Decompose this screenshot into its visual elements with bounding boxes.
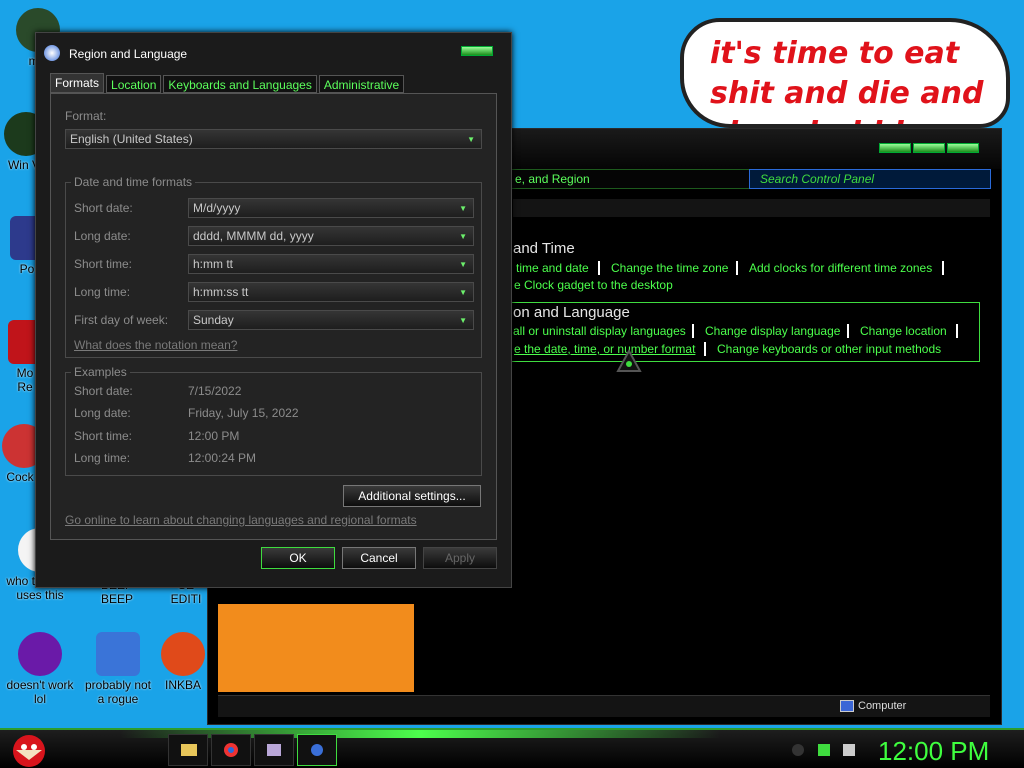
link-clock-gadget[interactable]: e Clock gadget to the desktop bbox=[514, 278, 673, 292]
long-date-select[interactable]: dddd, MMMM dd, yyyy ▼ bbox=[188, 226, 474, 246]
network-icon[interactable] bbox=[818, 744, 830, 756]
long-time-select[interactable]: h:mm:ss tt ▼ bbox=[188, 282, 474, 302]
datetime-group-title: Date and time formats bbox=[71, 175, 196, 189]
folder-icon bbox=[181, 744, 197, 756]
formats-panel: Format: English (United States) ▼ Date an… bbox=[50, 93, 497, 540]
separator bbox=[847, 324, 849, 338]
taskbar-chrome-button[interactable] bbox=[211, 734, 251, 766]
dialog-titlebar[interactable]: Region and Language bbox=[36, 33, 511, 71]
apply-button[interactable]: Apply bbox=[423, 547, 497, 569]
taskbar-region-button[interactable] bbox=[297, 734, 337, 766]
globe-icon bbox=[44, 45, 60, 61]
yahoo-icon bbox=[18, 632, 62, 676]
tab-administrative[interactable]: Administrative bbox=[318, 75, 405, 93]
taskbar-app-button[interactable] bbox=[254, 734, 294, 766]
short-time-select[interactable]: h:mm tt ▼ bbox=[188, 254, 474, 274]
start-button[interactable] bbox=[6, 730, 52, 768]
section-heading-clock[interactable]: and Time bbox=[513, 240, 575, 257]
additional-settings-button[interactable]: Additional settings... bbox=[343, 485, 481, 507]
tray-arrow-icon[interactable] bbox=[792, 744, 804, 756]
example-long-date-value: Friday, July 15, 2022 bbox=[188, 406, 299, 420]
link-set-time[interactable]: time and date bbox=[516, 261, 589, 275]
region-language-dialog[interactable]: Region and Language Formats Location Key… bbox=[35, 32, 512, 588]
link-display-languages[interactable]: all or uninstall display languages bbox=[513, 324, 686, 338]
chevron-down-icon: ▼ bbox=[459, 232, 467, 241]
link-change-format[interactable]: e the date, time, or number format bbox=[514, 342, 695, 356]
long-time-label: Long time: bbox=[74, 285, 131, 299]
computer-icon bbox=[840, 700, 854, 712]
taskbar-folder-button[interactable] bbox=[168, 734, 208, 766]
chevron-down-icon: ▼ bbox=[459, 260, 467, 269]
status-bar: Computer bbox=[218, 695, 990, 717]
chevron-down-icon: ▼ bbox=[459, 316, 467, 325]
first-day-select[interactable]: Sunday ▼ bbox=[188, 310, 474, 330]
desktop-icon-cock[interactable]: Cock bbox=[2, 424, 46, 484]
ok-button[interactable]: OK bbox=[261, 547, 335, 569]
background-window-fragment bbox=[218, 604, 414, 692]
separator bbox=[598, 261, 600, 275]
close-button[interactable] bbox=[461, 46, 493, 56]
tab-keyboards[interactable]: Keyboards and Languages bbox=[163, 75, 317, 93]
chevron-down-icon: ▼ bbox=[467, 135, 475, 144]
tab-strip: Formats Location Keyboards and Languages… bbox=[50, 73, 406, 93]
desktop-icon-yahoo[interactable]: doesn't work lol bbox=[0, 632, 80, 706]
tab-location[interactable]: Location bbox=[106, 75, 162, 93]
link-time-zone[interactable]: Change the time zone bbox=[611, 261, 728, 275]
search-input[interactable]: Search Control Panel bbox=[749, 169, 991, 189]
format-select[interactable]: English (United States) ▼ bbox=[65, 129, 482, 149]
example-short-time-label: Short time: bbox=[74, 429, 133, 443]
example-long-time-value: 12:00:24 PM bbox=[188, 451, 257, 465]
gears-icon bbox=[96, 632, 140, 676]
example-short-time-value: 12:00 PM bbox=[188, 429, 240, 443]
tab-formats[interactable]: Formats bbox=[50, 73, 105, 93]
chevron-down-icon: ▼ bbox=[459, 288, 467, 297]
example-long-date-label: Long date: bbox=[74, 406, 131, 420]
taskbar: 12:00 PM bbox=[0, 728, 1024, 768]
app-icon bbox=[161, 632, 205, 676]
link-change-location[interactable]: Change location bbox=[860, 324, 947, 338]
close-button[interactable] bbox=[947, 143, 979, 153]
chevron-down-icon: ▼ bbox=[459, 204, 467, 213]
speech-bubble: it's time to eat shit and die and chew b… bbox=[680, 18, 1010, 128]
cursor-icon bbox=[616, 349, 642, 372]
dialog-title: Region and Language bbox=[69, 47, 188, 61]
app-icon bbox=[267, 744, 281, 756]
taskbar-clock[interactable]: 12:00 PM bbox=[878, 736, 989, 767]
chrome-icon bbox=[224, 743, 238, 757]
minimize-button[interactable] bbox=[879, 143, 911, 153]
bubble-text: it's time to eat shit and die and chew b… bbox=[710, 36, 984, 124]
first-day-label: First day of week: bbox=[74, 313, 169, 327]
separator bbox=[736, 261, 738, 275]
online-languages-link[interactable]: Go online to learn about changing langua… bbox=[65, 513, 417, 527]
desktop-icon-rogue[interactable]: probably not a rogue bbox=[80, 632, 156, 706]
examples-group-title: Examples bbox=[71, 365, 130, 379]
volume-icon[interactable] bbox=[843, 744, 855, 756]
short-time-label: Short time: bbox=[74, 257, 133, 271]
example-short-date-value: 7/15/2022 bbox=[188, 384, 242, 398]
section-heading-region[interactable]: on and Language bbox=[513, 304, 630, 321]
cancel-button[interactable]: Cancel bbox=[342, 547, 416, 569]
notation-link[interactable]: What does the notation mean? bbox=[74, 338, 237, 352]
command-bar bbox=[513, 199, 990, 217]
link-change-keyboards[interactable]: Change keyboards or other input methods bbox=[717, 342, 941, 356]
window-buttons bbox=[879, 143, 979, 153]
globe-icon bbox=[311, 744, 323, 756]
separator bbox=[692, 324, 694, 338]
long-date-label: Long date: bbox=[74, 229, 131, 243]
separator bbox=[704, 342, 706, 356]
short-date-select[interactable]: M/d/yyyy ▼ bbox=[188, 198, 474, 218]
maximize-button[interactable] bbox=[913, 143, 945, 153]
example-short-date-label: Short date: bbox=[74, 384, 133, 398]
format-label: Format: bbox=[65, 109, 107, 123]
link-change-display-language[interactable]: Change display language bbox=[705, 324, 840, 338]
link-add-clocks[interactable]: Add clocks for different time zones bbox=[749, 261, 932, 275]
separator bbox=[956, 324, 958, 338]
short-date-label: Short date: bbox=[74, 201, 133, 215]
taskbar-glow bbox=[120, 730, 720, 738]
desktop-icon-inkba[interactable]: INKBA bbox=[160, 632, 206, 692]
example-long-time-label: Long time: bbox=[74, 451, 131, 465]
separator bbox=[942, 261, 944, 275]
